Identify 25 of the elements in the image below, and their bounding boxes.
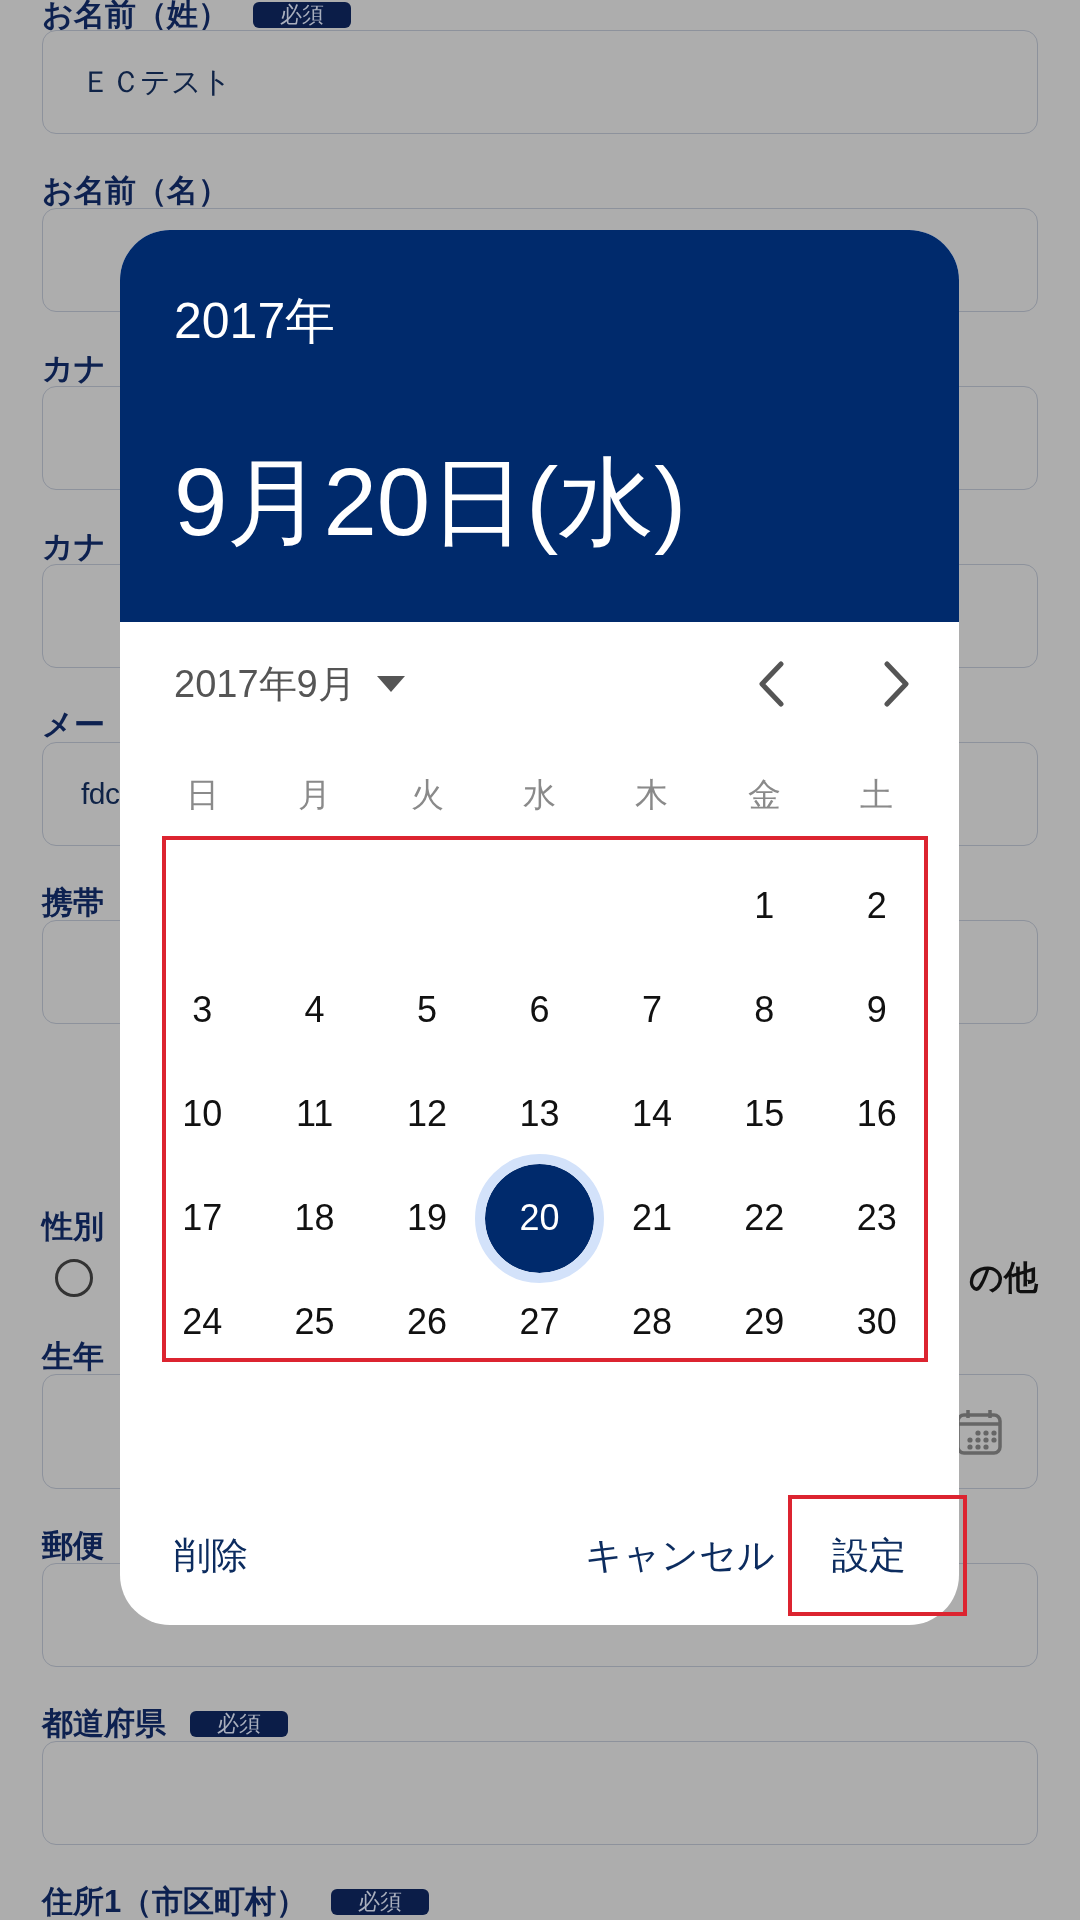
weekday-label: 木	[635, 775, 669, 815]
field-value: ＥＣテスト	[81, 63, 232, 100]
weekday-label: 火	[410, 775, 444, 815]
selected-date-title: 9月20日(水)	[174, 447, 687, 557]
weekday-label: 土	[860, 775, 894, 815]
field-label: メー	[42, 708, 105, 742]
required-badge: 必須	[331, 1889, 430, 1915]
field-label: 住所1（市区町村）	[42, 1885, 308, 1919]
field-label: 生年	[42, 1340, 104, 1374]
option-label: の他	[969, 1257, 1038, 1298]
field-label: 性別	[42, 1210, 104, 1244]
field-label: カナ	[42, 530, 106, 564]
year-text: 2017年	[174, 296, 336, 346]
required-badge: 必須	[190, 1711, 288, 1737]
field-label: 郵便	[42, 1529, 104, 1563]
weekday-label: 金	[747, 775, 781, 815]
field-label: お名前（名）	[42, 174, 229, 208]
weekday-label: 日	[185, 775, 219, 815]
weekday-label: 水	[523, 775, 556, 815]
field-label: 携帯	[42, 886, 104, 920]
required-badge: 必須	[253, 2, 351, 28]
weekday-label: 月	[298, 775, 332, 815]
field-value: fdc	[81, 777, 120, 811]
field-label: カナ	[42, 352, 106, 386]
field-label: 都道府県	[42, 1707, 166, 1741]
